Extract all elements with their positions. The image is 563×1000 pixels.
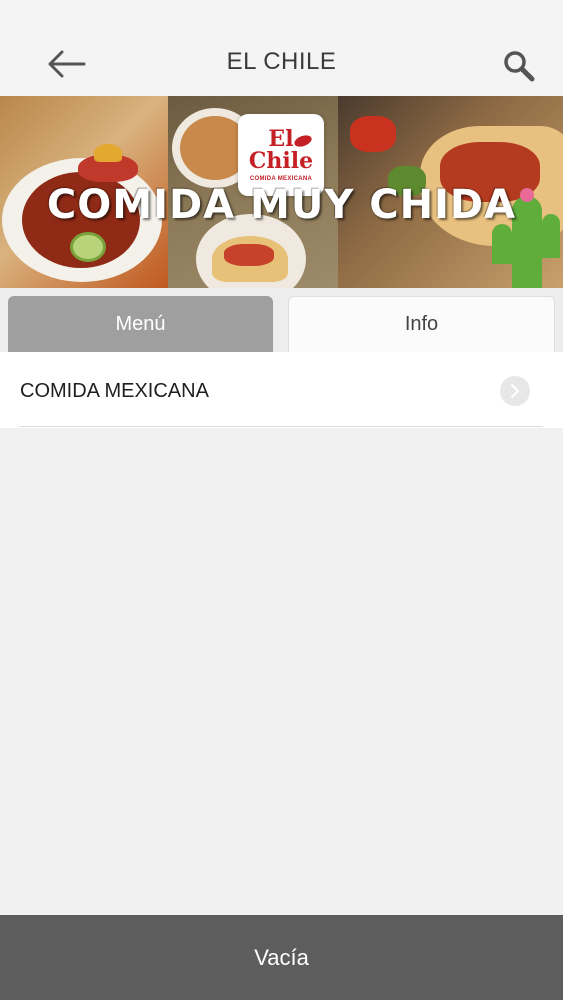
app-header: EL CHILE [0,0,563,96]
cactus-arm-image [492,224,512,264]
tab-bar: Menú Info [0,288,563,352]
chevron-right-icon [500,376,530,406]
restaurant-banner: El Chile COMIDA MEXICANA COMIDA MUY CHID… [0,96,563,288]
salsa-image [224,244,274,266]
logo-text-line2: Chile [248,148,314,174]
red-pepper-image [350,116,396,152]
divider [20,426,543,427]
banner-tagline: COMIDA MUY CHIDA [46,182,517,228]
logo-text: El Chile [238,128,324,172]
list-item[interactable]: COMIDA MEXICANA [0,352,563,428]
menu-category-list: COMIDA MEXICANA [0,352,563,428]
page-title: EL CHILE [226,48,337,75]
tab-menu[interactable]: Menú [8,296,273,352]
cart-button[interactable]: Vacía [0,915,563,1000]
logo-text-line1: El [268,126,294,152]
category-label: COMIDA MEXICANA [20,380,209,402]
search-button[interactable] [501,48,537,84]
tab-info[interactable]: Info [288,296,555,352]
sombrero-top-image [94,144,122,162]
cart-label: Vacía [254,944,309,970]
lime-image [70,232,106,262]
search-icon [504,51,535,82]
